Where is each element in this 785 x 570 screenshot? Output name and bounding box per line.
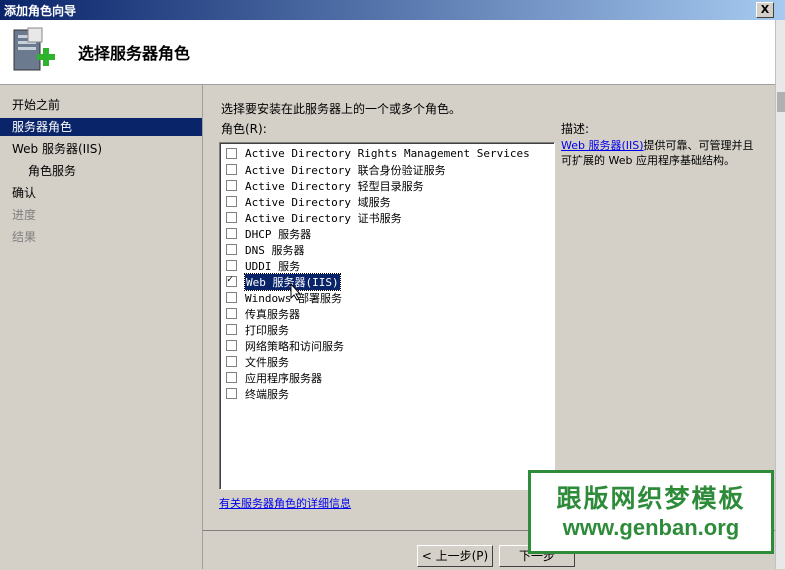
description-body: Web 服务器(IIS)提供可靠、可管理并且可扩展的 Web 应用程序基础结构。 (561, 138, 761, 168)
roles-list[interactable]: Active Directory Rights Management Servi… (219, 142, 555, 490)
mouse-cursor-icon (290, 283, 302, 301)
role-label: Active Directory 域服务 (245, 195, 391, 209)
role-label: 文件服务 (245, 355, 289, 369)
scroll-thumb[interactable] (777, 92, 785, 112)
role-checkbox[interactable] (226, 164, 237, 175)
nav-item[interactable]: 角色服务 (0, 162, 202, 180)
role-row[interactable]: 文件服务 (226, 354, 289, 369)
previous-button[interactable]: < 上一步(P) (417, 545, 493, 567)
role-label: DHCP 服务器 (245, 227, 312, 241)
role-checkbox[interactable] (226, 324, 237, 335)
role-label: 网络策略和访问服务 (245, 339, 344, 353)
role-checkbox[interactable] (226, 180, 237, 191)
wizard-header: 选择服务器角色 (0, 20, 775, 85)
main-panel: 选择要安装在此服务器上的一个或多个角色。 角色(R): Active Direc… (203, 85, 775, 530)
role-label: 打印服务 (245, 323, 289, 337)
role-row[interactable]: 传真服务器 (226, 306, 300, 321)
role-label: Active Directory 证书服务 (245, 211, 402, 225)
title-bar: 添加角色向导 X (0, 0, 785, 20)
role-row[interactable]: Active Directory 联合身份验证服务 (226, 162, 446, 177)
nav-item[interactable]: 开始之前 (0, 96, 202, 114)
role-checkbox[interactable] (226, 260, 237, 271)
wizard-nav: 开始之前服务器角色 Web 服务器(IIS) 角色服务确认进度结果 (0, 85, 203, 569)
role-label: Active Directory Rights Management Servi… (245, 147, 530, 160)
description-label: 描述: (561, 122, 590, 136)
role-label: 终端服务 (245, 387, 289, 401)
watermark-line1: 跟版网织梦模板 (556, 484, 746, 513)
watermark: 跟版网织梦模板 www.genban.org (528, 470, 774, 554)
roles-label: 角色(R): (221, 122, 267, 136)
role-row[interactable]: 打印服务 (226, 322, 289, 337)
scrollbar[interactable] (775, 20, 785, 569)
role-checkbox[interactable] (226, 196, 237, 207)
role-checkbox[interactable] (226, 212, 237, 223)
role-row[interactable]: Active Directory Rights Management Servi… (226, 146, 530, 161)
nav-item[interactable]: Web 服务器(IIS) (0, 140, 202, 158)
role-row[interactable]: 网络策略和访问服务 (226, 338, 344, 353)
role-row[interactable]: 终端服务 (226, 386, 289, 401)
window-title: 添加角色向导 (4, 4, 77, 18)
server-add-icon (13, 27, 55, 71)
role-row[interactable]: 应用程序服务器 (226, 370, 322, 385)
nav-item[interactable]: 服务器角色 (0, 118, 202, 136)
role-checkbox[interactable] (226, 274, 237, 287)
role-label: 应用程序服务器 (245, 371, 322, 385)
role-row[interactable]: DNS 服务器 (226, 242, 305, 257)
role-checkbox[interactable] (226, 388, 237, 399)
role-checkbox[interactable] (226, 356, 237, 367)
role-checkbox[interactable] (226, 372, 237, 383)
role-label: DNS 服务器 (245, 243, 305, 257)
description-link[interactable]: Web 服务器(IIS) (561, 139, 644, 152)
role-checkbox[interactable] (226, 148, 237, 159)
role-label: UDDI 服务 (245, 259, 301, 273)
role-checkbox[interactable] (226, 244, 237, 255)
role-label: Active Directory 轻型目录服务 (245, 179, 424, 193)
role-row[interactable]: Active Directory 证书服务 (226, 210, 402, 225)
role-label: Active Directory 联合身份验证服务 (245, 163, 446, 177)
watermark-line2: www.genban.org (562, 515, 740, 540)
nav-item: 进度 (12, 208, 37, 222)
role-row[interactable]: Active Directory 轻型目录服务 (226, 178, 424, 193)
close-button[interactable]: X (756, 2, 774, 18)
more-info-link[interactable]: 有关服务器角色的详细信息 (219, 495, 351, 511)
role-checkbox[interactable] (226, 340, 237, 351)
role-checkbox[interactable] (226, 308, 237, 319)
role-row[interactable]: Windows 部署服务 (226, 290, 342, 305)
nav-item[interactable]: 确认 (0, 184, 202, 202)
page-title: 选择服务器角色 (78, 44, 191, 63)
role-row[interactable]: DHCP 服务器 (226, 226, 311, 241)
role-checkbox[interactable] (226, 228, 237, 239)
role-row[interactable]: Active Directory 域服务 (226, 194, 391, 209)
nav-item: 结果 (12, 230, 37, 244)
instruction-text: 选择要安装在此服务器上的一个或多个角色。 (221, 102, 462, 116)
role-row[interactable]: Web 服务器(IIS) (226, 272, 341, 291)
role-checkbox[interactable] (226, 292, 237, 303)
role-row[interactable]: UDDI 服务 (226, 258, 300, 273)
role-label: 传真服务器 (245, 307, 300, 321)
